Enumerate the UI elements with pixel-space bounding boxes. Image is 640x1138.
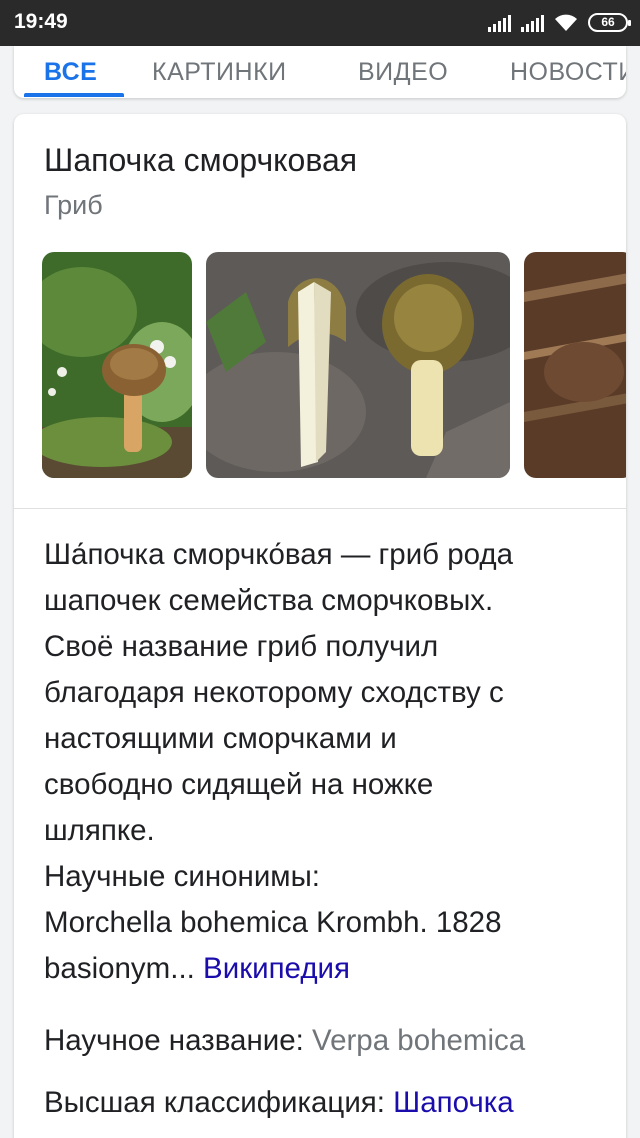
panel-title: Шапочка сморчковая: [44, 142, 358, 178]
signal-icon: [521, 14, 544, 32]
knowledge-panel: Шапочка сморчковая Гриб Ша́почка сморчко…: [14, 114, 626, 1138]
panel-subtitle: Гриб: [44, 190, 103, 220]
search-tabs: ВСЕ КАРТИНКИ ВИДЕО НОВОСТИ: [14, 46, 626, 98]
status-time: 19:49: [14, 10, 68, 33]
description-line: настоящими сморчками и: [44, 722, 397, 755]
description-line: благодаря некоторому сходству с: [44, 676, 504, 709]
description-line: свободно сидящей на ножке: [44, 768, 434, 801]
fact-value: Verpa bohemica: [312, 1024, 526, 1057]
status-icons: 66: [488, 12, 631, 32]
active-tab-indicator: [24, 93, 124, 97]
mushroom-image-2[interactable]: [206, 252, 510, 478]
description-line: шляпке.: [44, 814, 155, 847]
tab-images[interactable]: КАРТИНКИ: [152, 58, 287, 87]
wifi-icon: [555, 14, 577, 31]
panel-description: Ша́почка сморчко́вая — гриб рода шапочек…: [44, 532, 604, 992]
description-line-last: basionym... Википедия: [44, 946, 604, 992]
fact-label: Высшая классификация:: [44, 1086, 385, 1119]
description-line: Ша́почка сморчко́вая — гриб рода: [44, 538, 514, 571]
mushroom-image-3[interactable]: [524, 252, 626, 478]
description-line: Morchella bohemica Krombh. 1828: [44, 906, 502, 939]
fact-value-link[interactable]: Шапочка: [393, 1086, 514, 1119]
description-line: basionym...: [44, 952, 195, 985]
description-line: Своё название гриб получил: [44, 630, 439, 663]
description-line: шапочек семейства сморчковых.: [44, 584, 494, 617]
tab-all[interactable]: ВСЕ: [44, 58, 97, 87]
tab-news[interactable]: НОВОСТИ: [510, 58, 626, 87]
battery-icon: 66: [588, 13, 631, 32]
battery-level: 66: [601, 15, 615, 29]
wikipedia-link[interactable]: Википедия: [203, 952, 350, 985]
signal-icon: [488, 14, 511, 32]
fact-label: Научное название:: [44, 1024, 304, 1057]
tab-video[interactable]: ВИДЕО: [358, 58, 448, 87]
status-bar: 19:49 66: [0, 0, 640, 46]
mushroom-image-1[interactable]: [42, 252, 192, 478]
panel-divider: [14, 508, 626, 509]
fact-scientific-name: Научное название: Verpa bohemica: [44, 1024, 525, 1058]
fact-higher-classification: Высшая классификация: Шапочка: [44, 1086, 514, 1120]
description-line: Научные синонимы:: [44, 860, 320, 893]
